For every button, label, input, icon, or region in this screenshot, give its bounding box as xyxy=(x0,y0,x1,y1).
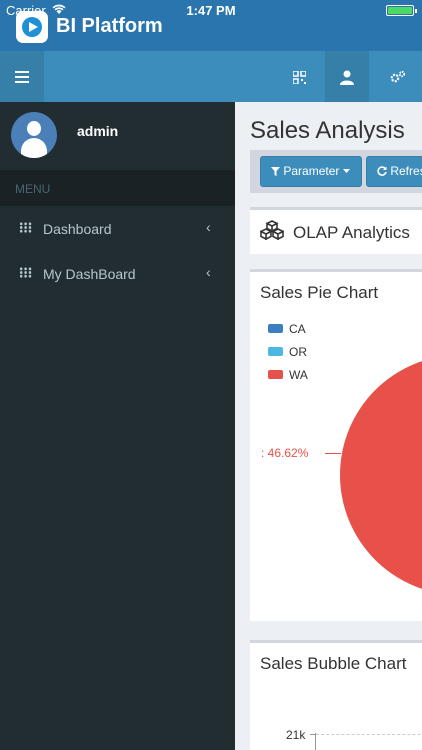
toolbar: Parameter Refresh xyxy=(250,150,422,193)
menu-header: MENU xyxy=(0,170,235,206)
refresh-icon xyxy=(377,166,387,176)
pie-slice-wa[interactable] xyxy=(340,355,422,595)
cubes-icon xyxy=(260,220,284,240)
pie-data-label: : 46.62% xyxy=(261,446,309,460)
app-logo-icon xyxy=(16,11,48,43)
menu-toggle-button[interactable] xyxy=(0,51,44,102)
parameter-button-label: Parameter xyxy=(283,164,340,178)
pie-chart-title: Sales Pie Chart xyxy=(260,283,379,302)
grid-icon xyxy=(19,222,32,233)
legend-swatch xyxy=(268,347,283,356)
avatar xyxy=(11,112,57,158)
user-menu-button[interactable] xyxy=(325,51,369,102)
legend-label: WA xyxy=(289,368,308,382)
pie-label-leader xyxy=(325,453,341,454)
refresh-button[interactable]: Refresh xyxy=(366,156,422,187)
sidebar: admin MENU Dashboard ‹ My DashBoard ‹ xyxy=(0,102,235,750)
navbar xyxy=(0,51,422,102)
app-title: BI Platform xyxy=(56,15,163,37)
olap-analytics-box[interactable]: OLAP Analytics xyxy=(250,207,422,254)
parameter-button[interactable]: Parameter xyxy=(260,156,362,187)
refresh-button-label: Refresh xyxy=(390,164,422,178)
qrcode-icon xyxy=(291,70,307,85)
battery-icon xyxy=(386,5,417,16)
sales-pie-chart-box: Sales Pie Chart CA OR WA : 46.62% xyxy=(250,269,422,621)
qrcode-button[interactable] xyxy=(277,51,321,102)
chevron-left-icon: ‹ xyxy=(206,219,211,235)
sidebar-item-label: Dashboard xyxy=(43,221,112,237)
sidebar-item-label: My DashBoard xyxy=(43,266,136,282)
settings-button[interactable] xyxy=(376,51,420,102)
settings-icon xyxy=(390,71,406,83)
y-tick-label: 21k xyxy=(286,728,306,742)
caret-down-icon xyxy=(342,169,350,173)
sidebar-item-dashboard[interactable]: Dashboard ‹ xyxy=(0,206,235,251)
user-icon xyxy=(340,70,354,85)
grid-icon xyxy=(19,267,32,278)
legend-swatch xyxy=(268,324,283,333)
menu-icon xyxy=(15,71,29,84)
sales-bubble-chart-box: Sales Bubble Chart 21k xyxy=(250,640,422,750)
y-axis xyxy=(315,733,316,750)
app-header: Carrier 1:47 PM BI Platform xyxy=(0,0,422,51)
olap-analytics-title: OLAP Analytics xyxy=(293,223,410,242)
legend-swatch xyxy=(268,370,283,379)
grid-line xyxy=(316,734,422,735)
chevron-left-icon: ‹ xyxy=(206,264,211,280)
main-content: Sales Analysis Parameter Refresh OLAP An… xyxy=(235,102,422,750)
sidebar-item-my-dashboard[interactable]: My DashBoard ‹ xyxy=(0,251,235,296)
username: admin xyxy=(77,123,119,139)
legend-label: CA xyxy=(289,322,306,336)
filter-icon xyxy=(271,167,280,176)
page-title: Sales Analysis xyxy=(250,117,405,144)
legend-label: OR xyxy=(289,345,307,359)
bubble-chart-title: Sales Bubble Chart xyxy=(260,654,407,673)
user-panel: admin xyxy=(0,102,235,170)
